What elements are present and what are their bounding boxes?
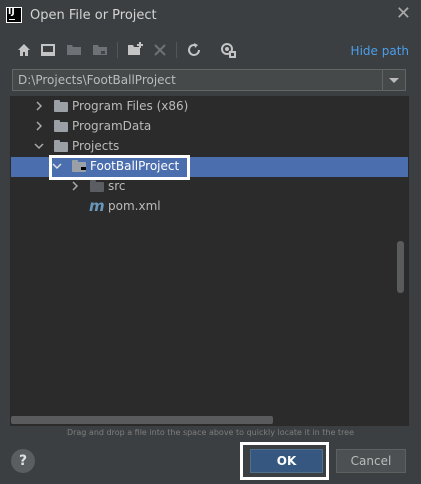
tree-item-label: Program Files (x86) [72,99,189,113]
tree-item-label: src [108,179,126,193]
module-folder-icon[interactable] [90,40,110,60]
horizontal-scrollbar[interactable] [11,416,273,424]
tree-row-pom-xml[interactable]: m pom.xml [11,197,408,217]
new-folder-icon[interactable] [125,40,145,60]
delete-icon[interactable] [150,40,170,60]
highlight-box-footballproject [49,155,190,180]
tree-item-label: pom.xml [108,199,161,213]
desktop-icon[interactable] [38,40,58,60]
folder-icon [54,140,68,152]
chevron-right-icon[interactable] [33,120,45,132]
ok-button[interactable]: OK [250,449,323,473]
tree-item-label: ProgramData [72,119,152,133]
tree-row-src[interactable]: src [11,177,408,197]
maven-file-icon: m [89,197,105,215]
path-input[interactable] [13,70,383,90]
intellij-logo-icon: IJ [6,7,22,23]
folder-icon [90,180,104,192]
chevron-right-icon[interactable] [69,180,81,192]
chevron-right-icon[interactable] [33,100,45,112]
show-hidden-icon[interactable] [218,40,238,60]
tree-row-programdata[interactable]: ProgramData [11,117,408,137]
chevron-down-icon[interactable] [33,140,45,152]
help-button[interactable]: ? [11,449,35,473]
window-title: Open File or Project [30,8,157,23]
folder-icon [54,100,68,112]
tree-row-projects[interactable]: Projects [11,137,408,157]
tree-row-program-files-x86[interactable]: Program Files (x86) [11,97,408,117]
hide-path-link[interactable]: Hide path [351,44,409,58]
toolbar: Hide path [0,38,421,64]
file-tree[interactable]: Program Files (x86) ProgramData Projects… [10,96,409,426]
project-folder-icon[interactable] [64,40,84,60]
close-icon[interactable]: ✕ [396,5,411,23]
folder-icon [54,120,68,132]
tree-item-label: Projects [72,139,120,153]
vertical-scrollbar[interactable] [397,241,404,293]
path-combobox[interactable] [12,69,406,91]
title-bar: IJ Open File or Project ✕ [0,0,421,32]
home-icon[interactable] [14,40,34,60]
drag-drop-hint: Drag and drop a file into the space abov… [66,428,355,437]
cancel-button[interactable]: Cancel [336,449,406,473]
refresh-icon[interactable] [184,40,204,60]
chevron-down-icon[interactable] [382,70,405,90]
